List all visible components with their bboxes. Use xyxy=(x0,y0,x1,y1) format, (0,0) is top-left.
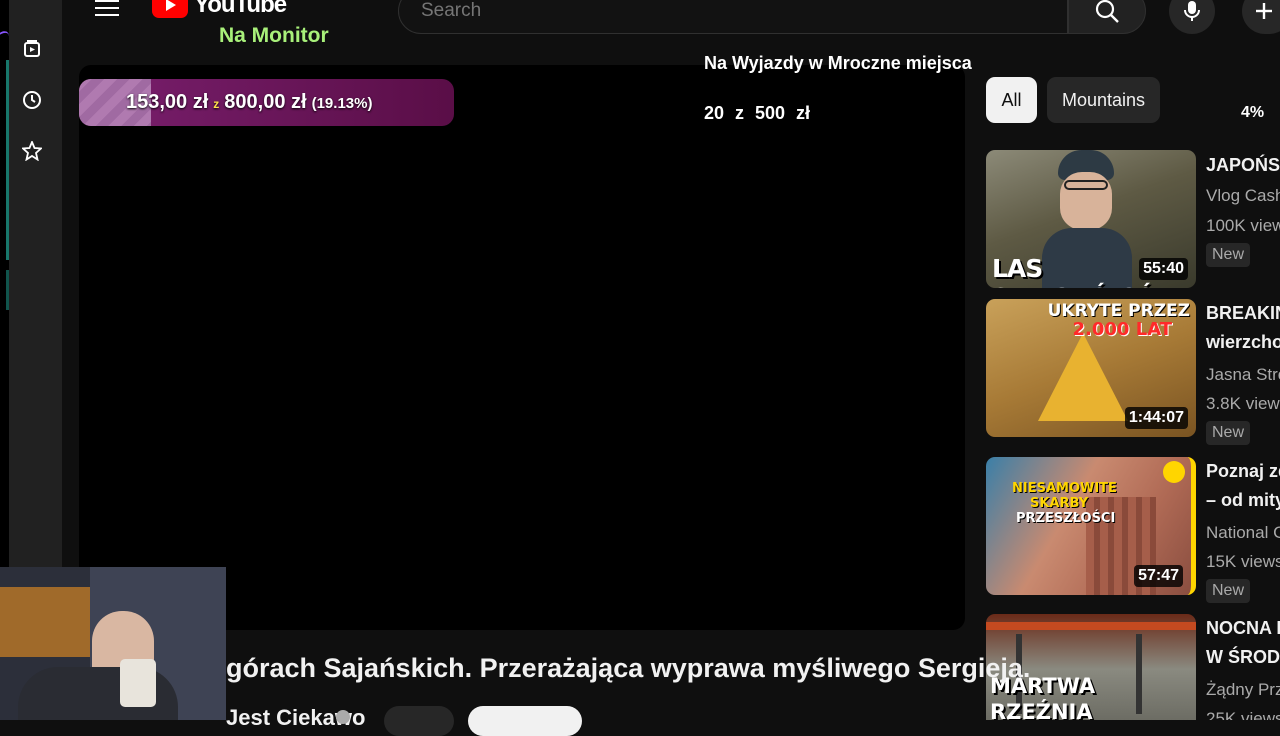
new-badge: New xyxy=(1206,243,1251,267)
video-channel[interactable]: Jasna Stron xyxy=(1206,365,1280,385)
video-views: 25K views xyxy=(1206,709,1280,720)
search-input[interactable] xyxy=(419,0,1023,23)
thumbnail-text: RZEŹNIA xyxy=(990,700,1093,720)
microphone-icon xyxy=(1184,1,1200,21)
mug xyxy=(120,659,156,707)
video-player[interactable] xyxy=(79,65,965,630)
new-badge: New xyxy=(1206,421,1251,445)
recommended-video[interactable]: NIESAMOWITE SKARBY PRZESZŁOŚCI 57:47 Poz… xyxy=(986,457,1280,603)
star-icon[interactable] xyxy=(21,140,43,162)
video-views: 15K views xyxy=(1206,552,1280,571)
video-thumbnail[interactable]: UKRYTE PRZEZ 2.000 LAT 1:44:07 xyxy=(986,299,1196,437)
video-title[interactable]: JAPOŃSK xyxy=(1206,151,1280,180)
search-box[interactable] xyxy=(398,0,1068,34)
join-button[interactable] xyxy=(384,706,454,736)
youtube-logo[interactable]: YouTube xyxy=(152,0,287,20)
video-views: 100K views xyxy=(1206,216,1280,235)
video-channel[interactable]: National Ge xyxy=(1206,523,1280,543)
verified-icon xyxy=(336,710,350,724)
donation-raised: 153,00 zł xyxy=(126,91,209,113)
side-percent: 4% xyxy=(1241,104,1265,121)
video-thumbnail[interactable]: LAS SAMOBÓJCÓW 55:40 xyxy=(986,150,1196,288)
history-icon[interactable] xyxy=(21,89,43,111)
subscriptions-icon[interactable] xyxy=(21,38,43,60)
plus-icon xyxy=(1256,3,1272,19)
recommended-video[interactable]: UKRYTE PRZEZ 2.000 LAT 1:44:07 BREAKINGw… xyxy=(986,299,1280,445)
donation-separator: z xyxy=(213,97,220,111)
recommended-video[interactable]: LAS SAMOBÓJCÓW 55:40 JAPOŃSK Vlog Casha … xyxy=(986,150,1280,290)
video-title[interactable]: Poznaj zd– od mity xyxy=(1206,457,1280,515)
goal-title: Na Wyjazdy w Mroczne miejsca xyxy=(704,53,972,73)
chip-mountains[interactable]: Mountains xyxy=(1047,77,1160,123)
chip-all[interactable]: All xyxy=(986,77,1037,123)
video-channel[interactable]: Vlog Casha xyxy=(1206,186,1280,206)
video-duration: 1:44:07 xyxy=(1124,407,1188,429)
video-thumbnail[interactable]: NIESAMOWITE SKARBY PRZESZŁOŚCI 57:47 xyxy=(986,457,1196,595)
donation-percent: (19.13%) xyxy=(311,95,373,112)
create-button[interactable] xyxy=(1242,0,1280,34)
video-title-main: górach Sajańskich. Przerażająca wyprawa … xyxy=(226,653,1031,683)
overlay-name: Na Monitor xyxy=(219,24,329,47)
video-views: 3.8K views xyxy=(1206,394,1280,413)
donation-goal: 800,00 zł xyxy=(224,91,307,113)
video-duration: 57:47 xyxy=(1134,565,1183,587)
subscribe-button[interactable] xyxy=(468,706,582,736)
thumbnail-text: UKRYTE PRZEZ xyxy=(1047,301,1190,321)
youtube-play-icon xyxy=(152,0,188,18)
video-duration: 55:40 xyxy=(1139,258,1188,280)
voice-search-button[interactable] xyxy=(1169,0,1215,34)
video-channel[interactable]: Żądny Przy xyxy=(1206,680,1280,700)
logo-text: YouTube xyxy=(194,0,287,18)
thumbnail-text: PRZESZŁOŚCI xyxy=(1016,511,1116,526)
thumbnail-text: 2.000 LAT xyxy=(1072,319,1172,340)
webcam-overlay xyxy=(0,567,226,720)
goal-count: 20 z 500 zł xyxy=(704,103,811,123)
new-badge: New xyxy=(1206,579,1251,603)
menu-icon[interactable] xyxy=(95,0,119,20)
donation-progress-bar: 153,00 zł z 800,00 zł (19.13%) xyxy=(79,79,454,126)
search-icon xyxy=(1095,0,1119,23)
cabinet-shape xyxy=(0,587,100,657)
thumbnail-text: SKARBY xyxy=(1030,496,1089,511)
thumbnail-text: NIESAMOWITE xyxy=(1012,481,1117,496)
video-title[interactable]: NOCNA EW ŚRODK xyxy=(1206,614,1280,672)
video-title[interactable]: BREAKINGwierzchoł xyxy=(1206,299,1280,357)
search-button[interactable] xyxy=(1068,0,1146,34)
